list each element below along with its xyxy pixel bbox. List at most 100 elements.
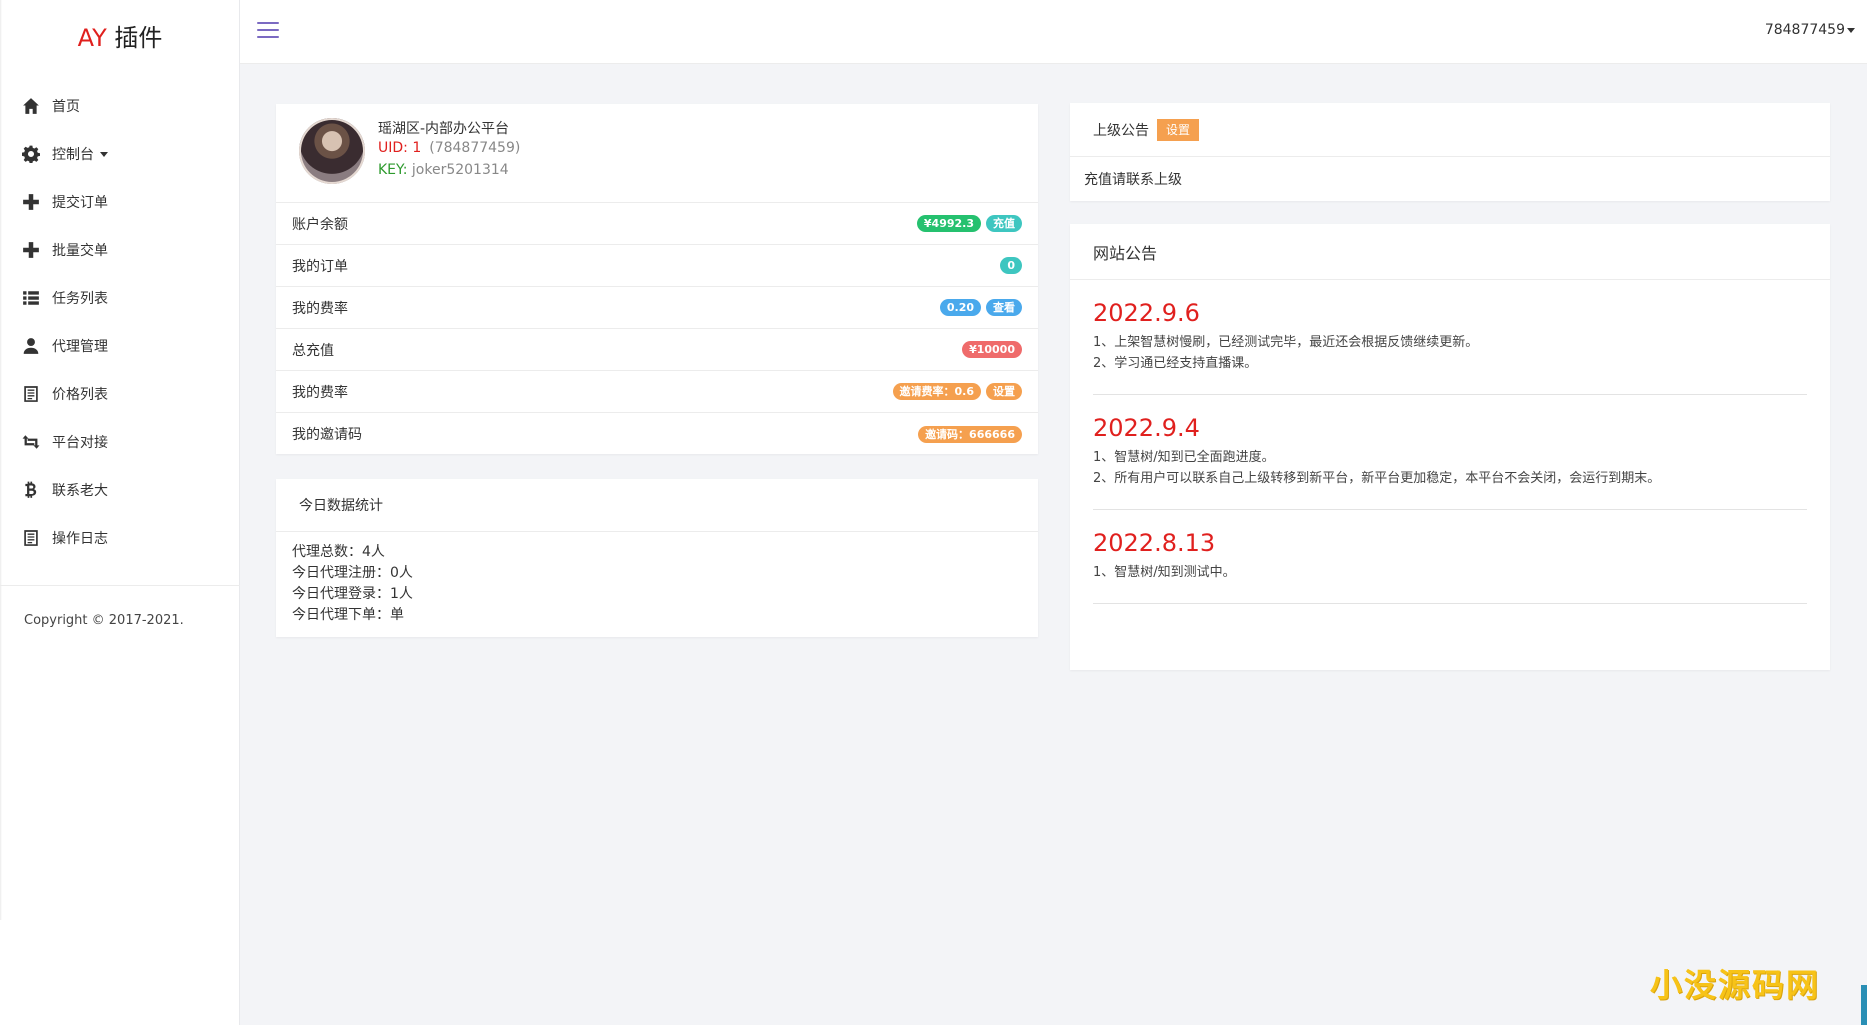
sidebar-item-operation-log[interactable]: 操作日志 — [0, 514, 240, 562]
list-item-label: 我的订单 — [292, 258, 348, 275]
retweet-icon — [20, 432, 42, 452]
today-stats-card: 今日数据统计 代理总数：4人 今日代理注册：0人 今日代理登录：1人 今日代理下… — [276, 479, 1038, 637]
stats-line: 今日代理登录：1人 — [292, 586, 413, 602]
sidebar-item-agent-management[interactable]: 代理管理 — [0, 322, 240, 370]
sidebar-item-price-list[interactable]: 价格列表 — [0, 370, 240, 418]
menu-toggle-icon[interactable] — [257, 22, 279, 38]
stats-line: 今日代理下单：单 — [292, 607, 404, 623]
uid-value: (784877459) — [429, 140, 521, 156]
list-item-rate: 我的费率 0.20 查看 — [276, 287, 1038, 329]
site-notice-card: 网站公告 2022.9.6 1、上架智慧树慢刷，已经测试完毕，最近还会根据反馈继… — [1070, 224, 1830, 670]
sidebar-item-label: 代理管理 — [52, 339, 108, 355]
chevron-down-icon — [1847, 27, 1855, 33]
document-icon — [20, 528, 42, 548]
notice-entry: 2022.9.4 1、智慧树/知到已全面跑进度。 2、所有用户可以联系自己上级转… — [1093, 395, 1807, 510]
copyright: Copyright © 2017-2021. — [24, 613, 184, 628]
list-item-label: 我的费率 — [292, 300, 348, 317]
set-notice-button[interactable]: 设置 — [1157, 118, 1200, 141]
user-uid: UID: 1 (784877459) — [378, 140, 520, 156]
key-value: joker5201314 — [407, 162, 509, 178]
balance-badge: ¥4992.3 — [916, 215, 981, 232]
stats-title: 今日数据统计 — [276, 479, 1038, 532]
invite-code-badge: 邀请码：666666 — [918, 425, 1022, 443]
upper-notice-title: 上级公告 — [1093, 122, 1149, 139]
notice-date: 2022.8.13 — [1093, 529, 1216, 557]
sidebar-item-label: 提交订单 — [52, 195, 108, 211]
sidebar-item-submit-order[interactable]: 提交订单 — [0, 178, 240, 226]
list-item-total-recharge: 总充值 ¥10000 — [276, 329, 1038, 371]
document-icon — [20, 384, 42, 404]
stats-line: 今日代理注册：0人 — [292, 565, 413, 581]
username: 784877459 — [1764, 22, 1845, 38]
topbar: 784877459 — [240, 0, 1867, 64]
home-icon — [20, 96, 42, 116]
total-recharge-badge: ¥10000 — [962, 341, 1022, 358]
upper-notice-body: 充值请联系上级 — [1084, 172, 1182, 188]
watermark: 小没源码网 — [1650, 966, 1821, 1004]
list-item-invite-rate: 我的费率 邀请费率：0.6 设置 — [276, 371, 1038, 413]
gear-icon — [20, 144, 42, 164]
list-item-orders: 我的订单 0 — [276, 245, 1038, 287]
sidebar-item-home[interactable]: 首页 — [0, 82, 240, 130]
invite-rate-badge: 邀请费率：0.6 — [892, 383, 981, 400]
sidebar-item-label: 联系老大 — [52, 483, 108, 499]
sidebar: AY 插件 首页 控制台 提交订单 批量交单 任务列表 代理管理 价格列表 平台… — [0, 0, 240, 1025]
sidebar-item-platform-integration[interactable]: 平台对接 — [0, 418, 240, 466]
logo-prefix: AY — [77, 24, 107, 52]
upper-notice-card: 上级公告 设置 充值请联系上级 — [1070, 103, 1830, 201]
app-logo[interactable]: AY 插件 — [0, 20, 240, 56]
sidebar-item-label: 首页 — [52, 99, 80, 115]
account-list: 账户余额 ¥4992.3 充值 我的订单 0 我的费率 0.20 查看 总充值 … — [276, 203, 1038, 455]
notice-date: 2022.9.6 — [1093, 299, 1200, 327]
uid-label: UID: 1 — [378, 140, 422, 156]
recharge-button[interactable]: 充值 — [986, 215, 1022, 232]
stats-line: 代理总数：4人 — [292, 544, 385, 560]
user-menu[interactable]: 784877459 — [1765, 22, 1855, 38]
sidebar-item-console[interactable]: 控制台 — [0, 130, 240, 178]
list-item-label: 我的费率 — [292, 384, 348, 401]
user-icon — [20, 336, 42, 356]
notice-line: 1、智慧树/知到已全面跑进度。 — [1093, 450, 1275, 465]
set-invite-rate-button[interactable]: 设置 — [986, 383, 1022, 400]
notice-entry: 2022.9.6 1、上架智慧树慢刷，已经测试完毕，最近还会根据反馈继续更新。 … — [1093, 280, 1807, 395]
sidebar-divider — [0, 585, 240, 586]
view-rate-button[interactable]: 查看 — [986, 299, 1022, 316]
upper-notice-header: 上级公告 设置 — [1070, 103, 1830, 157]
rate-badge: 0.20 — [939, 299, 981, 316]
orders-count-badge: 0 — [1000, 257, 1022, 274]
sidebar-item-label: 任务列表 — [52, 291, 108, 307]
site-notice-title: 网站公告 — [1070, 224, 1830, 280]
sidebar-item-label: 价格列表 — [52, 387, 108, 403]
stats-body: 代理总数：4人 今日代理注册：0人 今日代理登录：1人 今日代理下单：单 — [276, 532, 1038, 636]
avatar — [299, 118, 365, 184]
list-item-invite-code: 我的邀请码 邀请码：666666 — [276, 413, 1038, 455]
sidebar-item-batch-submit[interactable]: 批量交单 — [0, 226, 240, 274]
list-item-label: 账户余额 — [292, 216, 348, 233]
notice-date: 2022.9.4 — [1093, 414, 1200, 442]
sidebar-item-label: 操作日志 — [52, 531, 108, 547]
key-label: KEY: — [378, 162, 408, 178]
notice-line: 1、上架智慧树慢刷，已经测试完毕，最近还会根据反馈继续更新。 — [1093, 335, 1479, 350]
chevron-down-icon — [100, 151, 108, 157]
edge-mark — [1861, 985, 1867, 1025]
list-icon — [20, 288, 42, 308]
notice-line: 1、智慧树/知到测试中。 — [1093, 565, 1236, 580]
user-key: KEY: joker5201314 — [378, 162, 509, 178]
sidebar-item-label: 控制台 — [52, 147, 94, 163]
logo-suffix: 插件 — [106, 24, 163, 52]
plus-icon — [20, 240, 42, 260]
plus-icon — [20, 192, 42, 212]
sidebar-item-label: 平台对接 — [52, 435, 108, 451]
notice-entry: 2022.8.13 1、智慧树/知到测试中。 — [1093, 510, 1807, 604]
profile-card: 瑶湖区-内部办公平台 UID: 1 (784877459) KEY: joker5… — [276, 104, 1038, 454]
profile-header: 瑶湖区-内部办公平台 UID: 1 (784877459) KEY: joker5… — [276, 104, 1038, 203]
bitcoin-icon — [20, 480, 42, 500]
sidebar-nav: 首页 控制台 提交订单 批量交单 任务列表 代理管理 价格列表 平台对接 联系老… — [0, 82, 240, 562]
sidebar-item-label: 批量交单 — [52, 243, 108, 259]
notice-line: 2、学习通已经支持直播课。 — [1093, 356, 1258, 371]
notice-line: 2、所有用户可以联系自己上级转移到新平台，新平台更加稳定，本平台不会关闭，会运行… — [1093, 471, 1661, 486]
sidebar-item-contact-boss[interactable]: 联系老大 — [0, 466, 240, 514]
sidebar-item-task-list[interactable]: 任务列表 — [0, 274, 240, 322]
list-item-label: 我的邀请码 — [292, 427, 362, 443]
list-item-label: 总充值 — [292, 342, 334, 359]
